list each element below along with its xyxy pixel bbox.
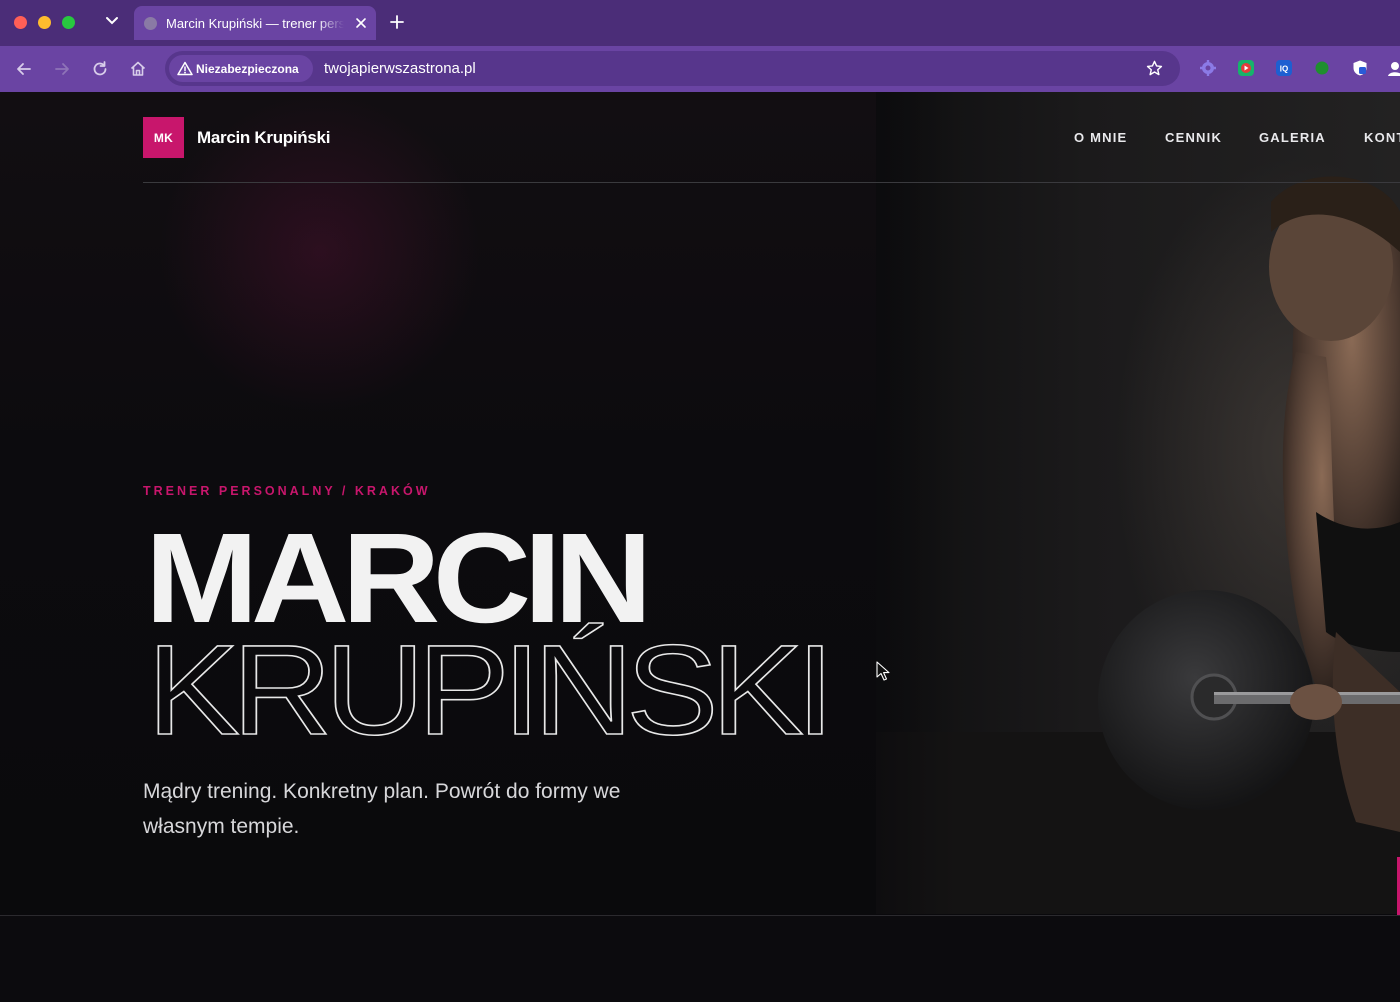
hero-tagline: Mądry trening. Konkretny plan. Powrót do…: [143, 780, 621, 838]
tab-search-chevron-icon[interactable]: [103, 12, 121, 30]
browser-toolbar: Niezabezpieczona twojapierwszastrona.pl …: [0, 46, 1400, 92]
nav-contact[interactable]: KONTAKT: [1364, 130, 1400, 145]
nav-about[interactable]: O MNIE: [1074, 130, 1127, 145]
tab-title: Marcin Krupiński — trener personalny: [166, 16, 344, 31]
back-arrow-icon[interactable]: [14, 59, 34, 79]
close-window-button[interactable]: [14, 16, 27, 29]
profile-extension-icon[interactable]: [1386, 59, 1400, 77]
green-dot-extension-icon[interactable]: [1313, 59, 1331, 77]
close-tab-icon[interactable]: [353, 15, 369, 31]
minimize-window-button[interactable]: [38, 16, 51, 29]
iq-extension-icon[interactable]: IQ: [1275, 59, 1293, 77]
security-chip[interactable]: Niezabezpieczona: [169, 55, 313, 82]
bookmark-star-icon[interactable]: [1145, 59, 1164, 78]
web-page: MK Marcin Krupiński O MNIE CENNIK GALERI…: [0, 92, 1400, 1002]
hero-photo-fade: [876, 92, 956, 914]
browser-tab-bar: Marcin Krupiński — trener personalny: [0, 0, 1400, 46]
hero-title-line2: KRUPIŃSKI: [147, 619, 827, 762]
puzzle-extension-icon[interactable]: [1199, 59, 1217, 77]
maximize-window-button[interactable]: [62, 16, 75, 29]
address-bar[interactable]: Niezabezpieczona twojapierwszastrona.pl: [165, 51, 1180, 86]
security-label: Niezabezpieczona: [196, 62, 299, 76]
logo-mark[interactable]: MK: [143, 117, 184, 158]
home-icon[interactable]: [128, 59, 148, 79]
shield-extension-icon[interactable]: [1351, 59, 1369, 77]
active-tab[interactable]: Marcin Krupiński — trener personalny: [134, 6, 376, 40]
logo-name[interactable]: Marcin Krupiński: [197, 128, 330, 148]
nav-pricing[interactable]: CENNIK: [1165, 130, 1222, 145]
reload-icon[interactable]: [90, 59, 110, 79]
forward-arrow-icon[interactable]: [52, 59, 72, 79]
svg-text:IQ: IQ: [1280, 65, 1288, 74]
screen-recorder-icon[interactable]: [1237, 59, 1255, 77]
next-section: [0, 915, 1400, 1002]
new-tab-plus-icon[interactable]: [388, 13, 406, 31]
mouse-cursor-icon: [876, 661, 890, 681]
nav-gallery[interactable]: GALERIA: [1259, 130, 1326, 145]
hero-title: MARCIN KRUPIŃSKI: [143, 507, 843, 763]
hero-eyebrow: TRENER PERSONALNY / KRAKÓW: [143, 484, 431, 498]
globe-favicon-icon: [144, 17, 157, 30]
url-text[interactable]: twojapierwszastrona.pl: [324, 60, 476, 77]
site-header: MK Marcin Krupiński O MNIE CENNIK GALERI…: [143, 92, 1400, 183]
warning-triangle-icon: [177, 61, 193, 76]
